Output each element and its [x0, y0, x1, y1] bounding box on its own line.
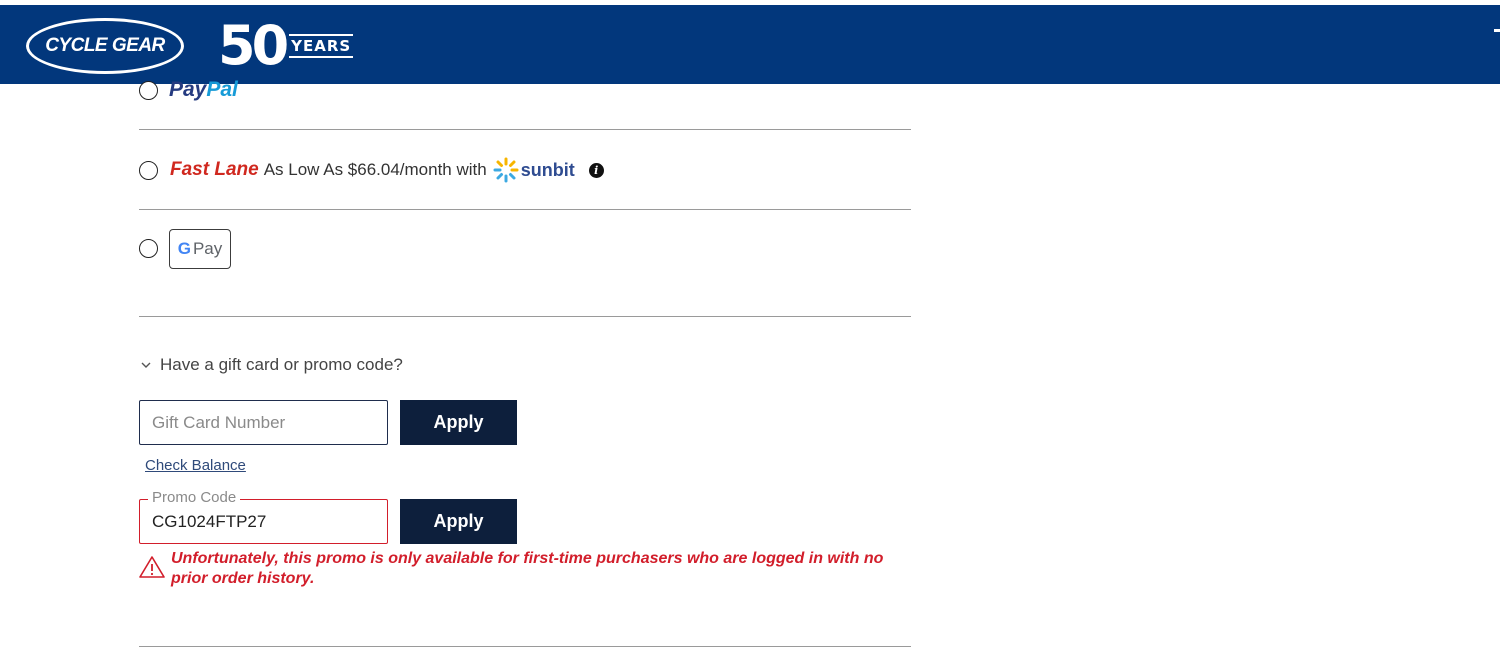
cycle-gear-logo[interactable]: CYCLE GEAR [26, 18, 184, 74]
gift-card-field[interactable] [139, 400, 388, 445]
gpay-label: Pay [192, 239, 223, 258]
promo-code-field[interactable]: Promo Code [139, 489, 388, 544]
chevron-down-icon [141, 362, 151, 368]
check-balance-link[interactable]: Check Balance [145, 457, 246, 474]
financing-text: As Low As $66.04/month with [263, 160, 487, 179]
fastlane-option: Fast Lane As Low As $66.04/month with su… [170, 157, 604, 183]
promo-code-input[interactable] [152, 511, 387, 532]
info-icon[interactable]: i [588, 162, 604, 178]
google-pay-logo: G Pay [169, 229, 231, 269]
promo-toggle[interactable]: Have a gift card or promo code? [139, 355, 403, 375]
gpay-radio[interactable] [139, 239, 158, 258]
divider [139, 646, 911, 647]
promo-code-label: Promo Code [148, 489, 241, 506]
menu-icon[interactable] [1494, 29, 1500, 32]
sunbit-sun-icon [493, 157, 519, 183]
paypal-pay: Pay [169, 78, 207, 101]
badge-label: YEARS [289, 34, 354, 58]
warning-icon [139, 556, 165, 578]
badge-number: 50 [218, 14, 289, 77]
site-header: CYCLE GEAR 50 YEARS [0, 5, 1500, 84]
promo-toggle-label: Have a gift card or promo code? [160, 355, 403, 374]
logo-text: CYCLE GEAR [45, 35, 165, 56]
paypal-logo: PayPal [169, 78, 238, 102]
promo-error-text: Unfortunately, this promo is only availa… [171, 550, 884, 587]
google-g-icon: G [177, 239, 191, 258]
fastlane-brand: Fast Lane [170, 159, 259, 180]
promo-error: Unfortunately, this promo is only availa… [139, 549, 891, 589]
sunbit-logo-text: sunbit [520, 159, 575, 180]
50-years-badge: 50 YEARS [218, 14, 354, 77]
fastlane-radio[interactable] [139, 161, 158, 180]
gift-card-input[interactable] [152, 412, 387, 433]
promo-code-apply-button[interactable]: Apply [400, 499, 517, 544]
divider [139, 209, 911, 210]
gift-card-apply-button[interactable]: Apply [400, 400, 517, 445]
paypal-radio[interactable] [139, 81, 158, 100]
divider [139, 129, 911, 130]
divider [139, 316, 911, 317]
paypal-pal: Pal [206, 78, 238, 101]
